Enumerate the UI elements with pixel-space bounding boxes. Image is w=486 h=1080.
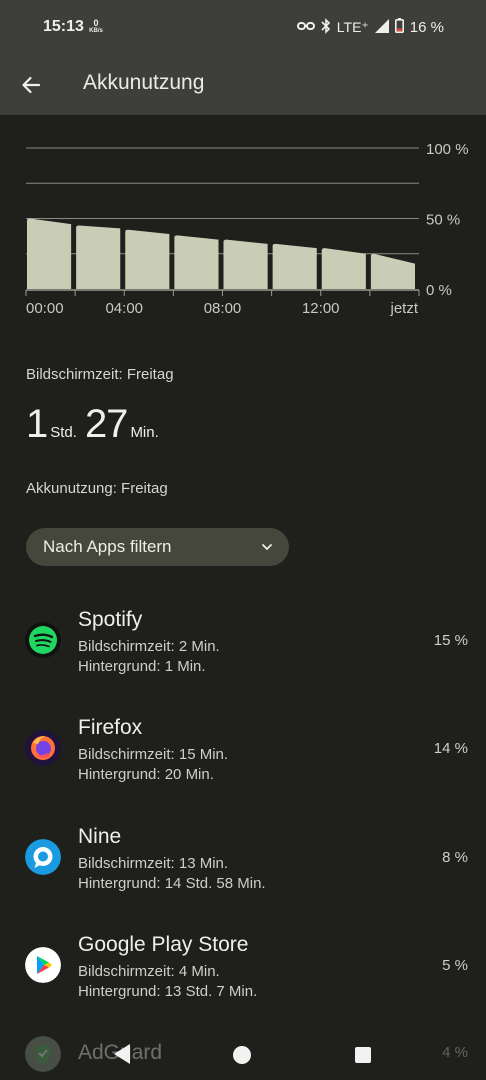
battery-usage-label: Akkunutzung: Freitag [26, 480, 168, 497]
network-type: LTE⁺ [336, 18, 369, 35]
app-screen-time: Bildschirmzeit: 15 Min. [78, 746, 229, 763]
arrow-back-icon [22, 76, 41, 94]
chart-x-tick-label: 12:00 [302, 300, 340, 317]
chart-x-tick-label: 04:00 [105, 300, 143, 317]
status-icons: LTE⁺ 16 % [296, 17, 444, 37]
system-navigation-bar [0, 1030, 486, 1080]
chart-bar [27, 218, 72, 289]
app-row-spotify[interactable]: Spotify Bildschirmzeit: 2 Min. Hintergru… [0, 600, 486, 700]
screen-time-value: 1 Std. 27 Min. [26, 402, 167, 447]
network-speed-value: 0 [93, 18, 99, 28]
app-name: Spotify [78, 608, 143, 631]
screen-time-label: Bildschirmzeit: Freitag [26, 366, 174, 383]
app-screen-time: Bildschirmzeit: 4 Min. [78, 963, 220, 980]
chart-bar [272, 243, 317, 289]
chart-x-tick-label: jetzt [389, 300, 418, 317]
page-title: Akkunutzung [83, 71, 205, 94]
screen-time-hours-unit: Std. [50, 424, 77, 441]
vpn-key-icon [296, 19, 315, 35]
battery-icon [394, 18, 404, 36]
nine-icon [25, 839, 61, 875]
app-name: Nine [78, 825, 122, 848]
filter-apps-label: Nach Apps filtern [43, 537, 172, 556]
app-battery-percent: 5 % [442, 957, 468, 974]
app-name: Firefox [78, 716, 143, 739]
network-speed: 0 KB/s [88, 18, 104, 35]
app-row-google-play-store[interactable]: Google Play Store Bildschirmzeit: 4 Min.… [0, 925, 486, 1025]
chart-y-tick-label: 50 % [426, 212, 460, 229]
network-speed-unit: KB/s [89, 28, 103, 34]
chart-bar [174, 235, 219, 289]
signal-icon [374, 18, 389, 36]
bluetooth-icon [321, 17, 331, 37]
chart-bar [223, 239, 268, 289]
app-battery-percent: 14 % [433, 740, 468, 757]
chart-bar [370, 253, 415, 289]
app-background-time: Hintergrund: 14 Std. 58 Min. [78, 875, 266, 892]
battery-percent: 16 % [409, 18, 444, 36]
app-row-firefox[interactable]: Firefox Bildschirmzeit: 15 Min. Hintergr… [0, 708, 486, 808]
firefox-icon [25, 730, 61, 766]
chart-bar [76, 225, 121, 289]
top-app-bar: 15:13 0 KB/s LTE⁺ 16 % Akkunutzung [0, 0, 486, 115]
chart-bar [321, 248, 366, 289]
screen-time-minutes: 27 [84, 402, 128, 446]
play-store-icon [25, 947, 61, 983]
nav-back-button[interactable] [113, 1043, 131, 1065]
battery-level-chart[interactable]: 00:00 04:00 08:00 12:00 jetzt 100 % 50 % 0 % [0, 120, 486, 330]
app-row-nine[interactable]: Nine Bildschirmzeit: 13 Min. Hintergrund… [0, 817, 486, 917]
app-screen-time: Bildschirmzeit: 13 Min. [78, 855, 229, 872]
app-background-time: Hintergrund: 1 Min. [78, 658, 206, 675]
chart-x-tick-label: 08:00 [204, 300, 242, 317]
chart-x-tick-label: 00:00 [26, 300, 64, 317]
back-button[interactable] [14, 68, 48, 102]
app-name: Google Play Store [78, 933, 249, 956]
nav-home-button[interactable] [233, 1046, 251, 1064]
chart-bar [125, 229, 170, 289]
spotify-icon [25, 622, 61, 658]
app-battery-percent: 8 % [442, 849, 468, 866]
nav-recents-button[interactable] [355, 1047, 371, 1063]
app-battery-percent: 15 % [433, 632, 468, 649]
app-background-time: Hintergrund: 13 Std. 7 Min. [78, 983, 258, 1000]
status-time: 15:13 [43, 18, 84, 35]
app-background-time: Hintergrund: 20 Min. [78, 766, 214, 783]
filter-apps-dropdown[interactable]: Nach Apps filtern [26, 528, 289, 566]
screen-time-hours: 1 [26, 402, 48, 446]
screen-time-minutes-unit: Min. [130, 424, 159, 441]
chevron-down-icon [262, 544, 272, 550]
chart-y-tick-label: 100 % [426, 141, 469, 158]
chart-y-tick-label: 0 % [426, 282, 452, 299]
app-screen-time: Bildschirmzeit: 2 Min. [78, 638, 220, 655]
